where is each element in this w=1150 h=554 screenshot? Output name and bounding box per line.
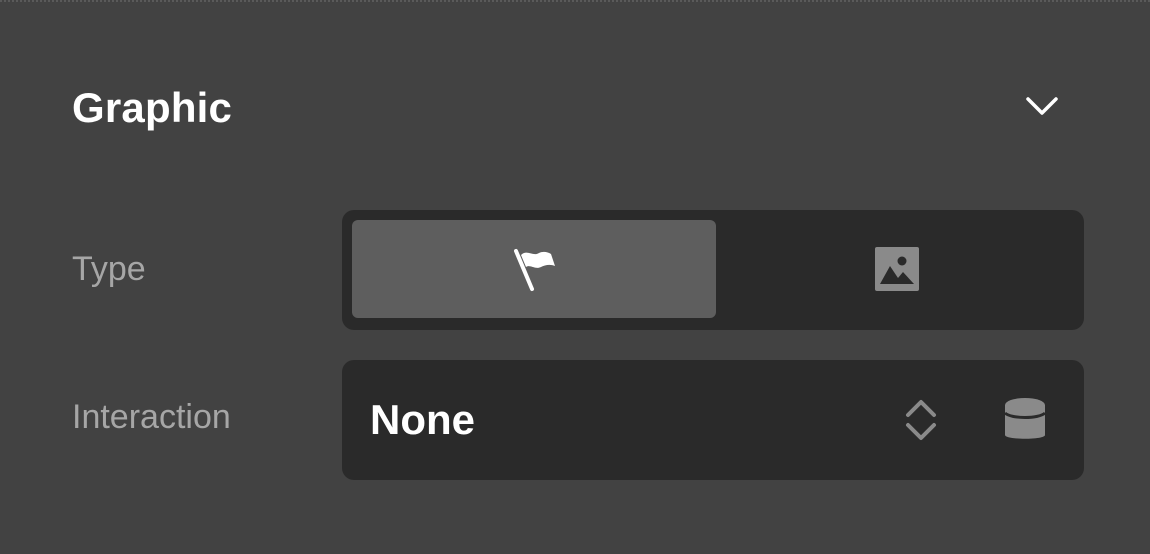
interaction-select[interactable]: None	[342, 360, 1084, 480]
database-icon	[1003, 398, 1047, 439]
interaction-label: Interaction	[72, 398, 231, 436]
image-icon	[875, 247, 919, 291]
type-option-image[interactable]	[720, 220, 1074, 318]
type-segmented-control	[342, 210, 1084, 330]
chevron-up-down-icon	[902, 396, 940, 444]
chevron-down-icon	[1026, 97, 1058, 115]
flag-icon	[514, 249, 555, 291]
interaction-select-value: None	[370, 396, 475, 443]
type-option-icon[interactable]	[352, 220, 716, 318]
data-source-button[interactable]	[1000, 394, 1050, 446]
panel-top-divider	[0, 0, 1150, 3]
section-title: Graphic	[72, 84, 233, 131]
type-label: Type	[72, 250, 146, 288]
collapse-toggle-button[interactable]	[1018, 84, 1066, 128]
